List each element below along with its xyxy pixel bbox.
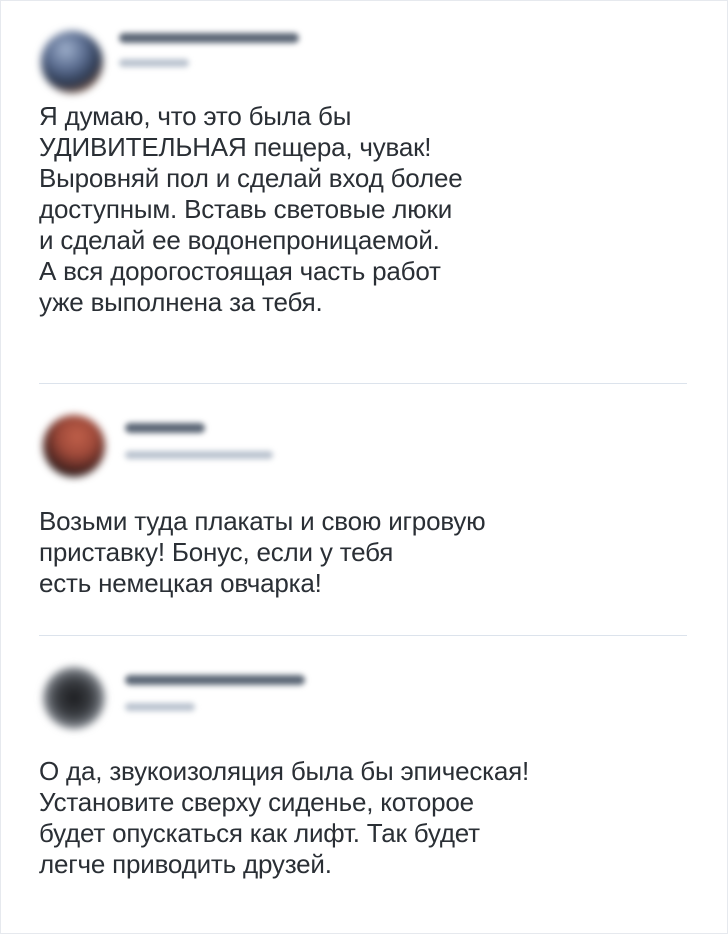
author-name[interactable] bbox=[125, 675, 305, 685]
comment-text: Я думаю, что это была бы УДИВИТЕЛЬНАЯ пе… bbox=[39, 101, 463, 317]
comment-text: Возьми туда плакаты и свою игровую прист… bbox=[39, 506, 486, 598]
author-name[interactable] bbox=[119, 33, 299, 43]
comment-item: Возьми туда плакаты и свою игровую прист… bbox=[39, 401, 689, 621]
comment-item: Я думаю, что это была бы УДИВИТЕЛЬНАЯ пе… bbox=[39, 19, 689, 369]
author-name[interactable] bbox=[125, 423, 205, 433]
divider bbox=[39, 635, 687, 636]
divider bbox=[39, 383, 687, 384]
comment-time bbox=[119, 59, 189, 67]
avatar[interactable] bbox=[43, 667, 105, 729]
comment-time bbox=[125, 451, 273, 459]
comment-time bbox=[125, 703, 195, 711]
comments-panel: Я думаю, что это была бы УДИВИТЕЛЬНАЯ пе… bbox=[0, 0, 728, 934]
comment-item: О да, звукоизоляция была бы эпическая! У… bbox=[39, 653, 689, 923]
avatar[interactable] bbox=[43, 415, 105, 477]
avatar[interactable] bbox=[41, 31, 103, 93]
comment-text: О да, звукоизоляция была бы эпическая! У… bbox=[39, 756, 530, 879]
